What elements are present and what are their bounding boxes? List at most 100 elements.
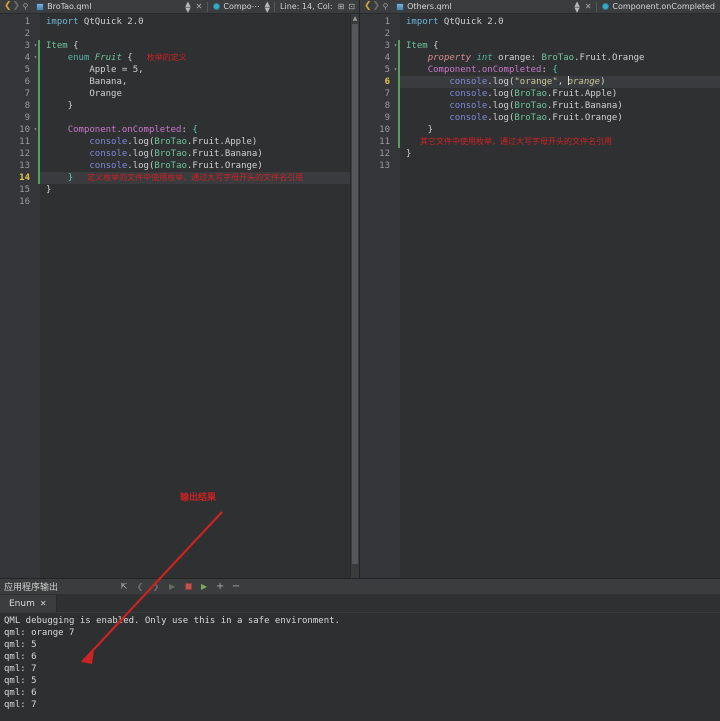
right-file-tab[interactable]: Others.qml: [392, 2, 456, 11]
code-token: console: [449, 101, 488, 111]
code-token: .Fruit.Apple): [546, 89, 618, 99]
word-wrap-icon[interactable]: ⇱: [118, 581, 130, 593]
code-token: orange: [567, 77, 601, 87]
output-line: qml: 5: [4, 676, 37, 686]
code-line[interactable]: }: [400, 148, 720, 160]
stop-icon[interactable]: [182, 581, 194, 593]
code-token: .log(: [487, 113, 515, 123]
code-line[interactable]: [400, 160, 720, 172]
line-number: 2: [24, 29, 30, 39]
code-line[interactable]: console.log(BroTao.Fruit.Banana): [40, 148, 350, 160]
code-line[interactable]: console.log(BroTao.Fruit.Orange): [40, 160, 350, 172]
output-tab-enum[interactable]: Enum ✕: [0, 595, 57, 612]
code-line[interactable]: 其它文件中使用枚举，通过大写字母开头的文件名引用: [400, 136, 720, 148]
code-line[interactable]: import QtQuick 2.0: [40, 16, 350, 28]
output-line: qml: 6: [4, 688, 37, 698]
code-line[interactable]: }: [40, 184, 350, 196]
code-token: :: [541, 65, 553, 75]
left-symbol-name: Compo⋯: [223, 2, 260, 11]
line-number: 8: [384, 101, 390, 111]
code-line[interactable]: Component.onCompleted: {: [400, 64, 720, 76]
right-close-icon[interactable]: ✕: [582, 2, 595, 11]
chevron-left-icon[interactable]: ❮: [4, 2, 12, 11]
left-code-area[interactable]: 1 2 3 ▾ 4 ▾ 5 6 7 8 9 10 ▾ 11 12 13 14 15 16 import QtQuic…: [0, 14, 359, 578]
code-token: .Fruit.Banana): [186, 149, 263, 159]
left-vertical-scrollbar[interactable]: ▲: [350, 14, 359, 578]
code-token: Component.onCompleted: [67, 125, 182, 135]
attach-debugger-icon[interactable]: ▶: [198, 581, 210, 593]
code-line[interactable]: Item {: [400, 40, 720, 52]
code-line[interactable]: [40, 196, 350, 208]
close-icon[interactable]: ✕: [40, 599, 47, 608]
left-file-tab[interactable]: BroTao.qml: [32, 2, 95, 11]
code-line[interactable]: Banana,: [40, 76, 350, 88]
code-token: }: [67, 173, 74, 183]
code-token: BroTao: [541, 53, 575, 63]
code-line[interactable]: console.log(BroTao.Fruit.Orange): [400, 112, 720, 124]
code-line[interactable]: [40, 112, 350, 124]
left-code-text[interactable]: import QtQuick 2.0 Item { enum Fruit {枚举的…: [40, 14, 350, 578]
code-line[interactable]: console.log("orange", orange): [400, 76, 720, 88]
output-line: qml: 7: [4, 700, 37, 710]
code-line[interactable]: Apple = 5,: [40, 64, 350, 76]
right-symbol-selector[interactable]: Component.onCompleted: [599, 2, 718, 11]
left-close-icon[interactable]: ✕: [193, 2, 206, 11]
left-symbol-selector[interactable]: Compo⋯: [210, 2, 262, 11]
code-token: {: [192, 125, 198, 135]
code-token: Item: [406, 41, 428, 51]
left-header-divider: [207, 1, 209, 12]
zoom-in-icon[interactable]: +: [214, 581, 226, 593]
code-token: :: [181, 125, 193, 135]
code-token: BroTao: [154, 137, 187, 147]
right-file-dropdown-icon[interactable]: ▲ ▼: [572, 0, 581, 13]
code-line[interactable]: console.log(BroTao.Fruit.Apple): [40, 136, 350, 148]
code-line[interactable]: } 定义枚举的文件中使用枚举，通过大写字母开头的文件名引用: [40, 172, 350, 184]
code-line[interactable]: Component.onCompleted: {: [40, 124, 350, 136]
code-line[interactable]: Item {: [40, 40, 350, 52]
editor-split-container: ❮ ❯ ⚲ BroTao.qml ▲ ▼ ✕ Compo⋯ ▲ ▼ Line: …: [0, 0, 720, 578]
line-number: 2: [384, 29, 390, 39]
left-scroll-thumb[interactable]: [352, 24, 358, 564]
close-split-icon[interactable]: ⊡: [346, 2, 357, 11]
code-line[interactable]: [400, 28, 720, 40]
right-code-area[interactable]: 1 2 3 ▾ 4 5 ▾ 6 7 8 9 10 11 12 13 import QtQuick 2.0 It…: [360, 14, 720, 578]
chevron-right-icon[interactable]: ❯: [373, 2, 381, 11]
code-line[interactable]: property int orange: BroTao.Fruit.Orange: [400, 52, 720, 64]
code-line[interactable]: console.log(BroTao.Fruit.Banana): [400, 100, 720, 112]
left-file-dropdown-icon[interactable]: ▲ ▼: [183, 0, 192, 13]
pin-icon[interactable]: ⚲: [21, 2, 30, 11]
output-text-area[interactable]: QML debugging is enabled. Only use this …: [0, 613, 720, 721]
zoom-out-icon[interactable]: −: [230, 581, 242, 593]
prev-item-icon[interactable]: ❮: [134, 581, 146, 593]
output-toolbar: 应用程序输出 ⇱ ❮ ❯ ▶ ▶ + −: [0, 579, 720, 595]
code-token: .Fruit.Banana): [546, 101, 623, 111]
right-editor-pane: ❮ ❯ ⚲ Others.qml ▲ ▼ ✕ Component.onComple…: [360, 0, 720, 578]
scroll-up-arrow-icon[interactable]: ▲: [351, 14, 359, 23]
left-file-name: BroTao.qml: [47, 2, 92, 11]
code-line[interactable]: Orange: [40, 88, 350, 100]
split-editor-icon[interactable]: ⊞: [336, 2, 347, 11]
code-line[interactable]: [40, 28, 350, 40]
pin-icon[interactable]: ⚲: [381, 2, 390, 11]
chevron-left-icon[interactable]: ❮: [364, 2, 372, 11]
code-line[interactable]: enum Fruit {枚举的定义: [40, 52, 350, 64]
code-token: BroTao: [514, 89, 547, 99]
next-item-icon[interactable]: ❯: [150, 581, 162, 593]
left-symbol-dropdown-icon[interactable]: ▲ ▼: [263, 0, 272, 13]
code-line[interactable]: }: [400, 124, 720, 136]
run-icon[interactable]: ▶: [166, 581, 178, 593]
code-token: {: [121, 53, 133, 63]
code-token: orange:: [492, 53, 542, 63]
code-line[interactable]: console.log(BroTao.Fruit.Apple): [400, 88, 720, 100]
right-code-text[interactable]: import QtQuick 2.0 Item { property int or…: [400, 14, 720, 578]
code-line[interactable]: }: [40, 100, 350, 112]
right-editor-header: ❮ ❯ ⚲ Others.qml ▲ ▼ ✕ Component.onComple…: [360, 0, 720, 14]
chevron-right-icon[interactable]: ❯: [13, 2, 21, 11]
code-line[interactable]: import QtQuick 2.0: [400, 16, 720, 28]
line-number: 4 ▾: [24, 53, 38, 63]
